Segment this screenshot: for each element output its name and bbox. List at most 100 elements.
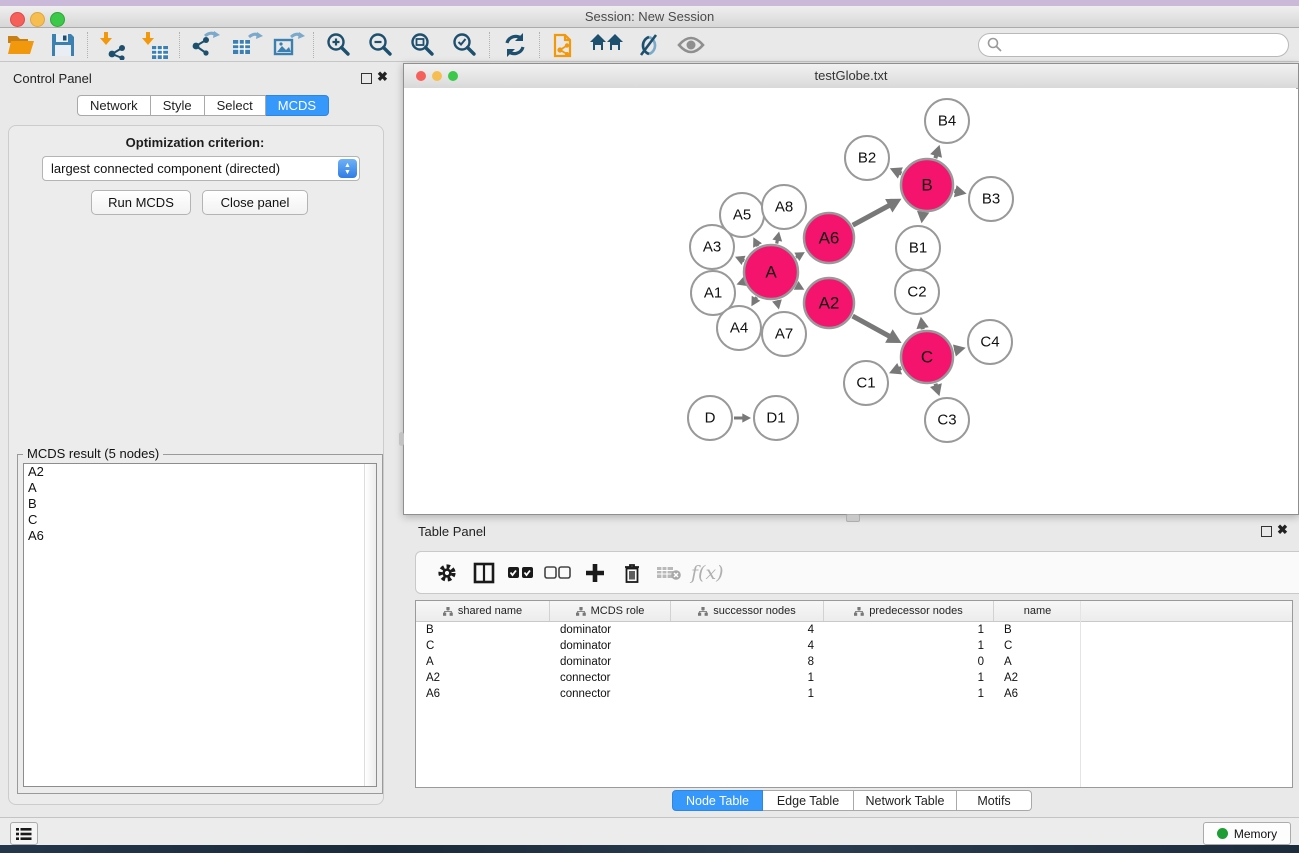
save-session-button[interactable]	[42, 29, 84, 61]
node-label-D1: D1	[766, 410, 785, 427]
table-cell[interactable]: 4	[671, 624, 824, 636]
hide-panels-button[interactable]	[628, 29, 670, 61]
mcds-list-scrollbar[interactable]	[364, 464, 376, 786]
mcds-result-item[interactable]: A	[24, 480, 376, 496]
delete-table-icon	[656, 565, 682, 581]
table-cell[interactable]: A6	[994, 688, 1081, 700]
table-cell[interactable]: 1	[824, 672, 994, 684]
zoom-in-button[interactable]	[318, 29, 360, 61]
table-panel-float-icon[interactable]	[1261, 526, 1272, 537]
table-cell[interactable]: B	[416, 624, 550, 636]
export-network-button[interactable]	[184, 29, 226, 61]
task-history-button[interactable]	[10, 822, 38, 845]
zoom-out-button[interactable]	[360, 29, 402, 61]
delete-table-button[interactable]	[650, 558, 687, 588]
tab-network-table[interactable]: Network Table	[854, 790, 957, 811]
criterion-select[interactable]: largest connected component (directed) ▲…	[42, 156, 360, 181]
control-panel-close-icon[interactable]: ✖	[377, 72, 388, 82]
node-table[interactable]: shared nameMCDS rolesuccessor nodesprede…	[415, 600, 1293, 788]
close-panel-button[interactable]: Close panel	[202, 190, 308, 215]
table-cell[interactable]: 8	[671, 656, 824, 668]
network-window-titlebar[interactable]: testGlobe.txt	[404, 64, 1298, 89]
table-cell[interactable]: 1	[824, 624, 994, 636]
table-row[interactable]: Cdominator41C	[416, 638, 1292, 654]
table-panel-tabs: Node TableEdge TableNetwork TableMotifs	[672, 790, 1032, 811]
table-cell[interactable]: 4	[671, 640, 824, 652]
import-network-button[interactable]	[92, 29, 134, 61]
zoom-selected-button[interactable]	[444, 29, 486, 61]
mcds-result-list[interactable]: A2ABCA6	[23, 463, 377, 787]
tab-motifs[interactable]: Motifs	[957, 790, 1032, 811]
table-cell[interactable]: 1	[671, 672, 824, 684]
table-cell[interactable]: A2	[994, 672, 1081, 684]
table-cell[interactable]: A6	[416, 688, 550, 700]
table-cell[interactable]: connector	[550, 688, 671, 700]
table-cell[interactable]: dominator	[550, 640, 671, 652]
titlebar[interactable]: Session: New Session	[0, 6, 1299, 28]
table-row[interactable]: Bdominator41B	[416, 622, 1292, 638]
network-horizontal-scrollbar-thumb[interactable]	[846, 514, 860, 522]
table-cell[interactable]: 1	[824, 688, 994, 700]
table-cell[interactable]: 1	[671, 688, 824, 700]
search-field[interactable]	[978, 33, 1289, 57]
table-cell[interactable]: dominator	[550, 656, 671, 668]
zoom-fit-button[interactable]	[402, 29, 444, 61]
table-cell[interactable]: C	[416, 640, 550, 652]
edge-A6-B[interactable]	[853, 205, 890, 225]
add-column-button[interactable]	[576, 558, 613, 588]
tab-select[interactable]: Select	[205, 95, 266, 116]
function-builder-button[interactable]: f(x)	[691, 562, 724, 584]
table-row[interactable]: A2connector11A2	[416, 670, 1292, 686]
export-image-button[interactable]	[268, 29, 310, 61]
new-network-button[interactable]	[544, 29, 586, 61]
table-row[interactable]: A6connector11A6	[416, 686, 1292, 702]
select-all-columns-button[interactable]	[502, 558, 539, 588]
control-panel-float-icon[interactable]	[361, 73, 372, 84]
memory-button[interactable]: Memory	[1203, 822, 1291, 845]
table-panel-close-icon[interactable]: ✖	[1277, 525, 1288, 535]
show-columns-button[interactable]	[465, 558, 502, 588]
column-header-shared-name[interactable]: shared name	[416, 601, 550, 621]
tab-mcds[interactable]: MCDS	[266, 95, 329, 116]
table-cell[interactable]: A	[994, 656, 1081, 668]
show-panels-button[interactable]	[670, 29, 712, 61]
column-header-name[interactable]: name	[994, 601, 1081, 621]
tab-node-table[interactable]: Node Table	[672, 790, 763, 811]
tab-network[interactable]: Network	[77, 95, 151, 116]
mcds-result-item[interactable]: B	[24, 496, 376, 512]
table-cell[interactable]: C	[994, 640, 1081, 652]
table-cell[interactable]: A	[416, 656, 550, 668]
tab-edge-table[interactable]: Edge Table	[763, 790, 854, 811]
table-row[interactable]: Adominator80A	[416, 654, 1292, 670]
edge-A2-C[interactable]	[853, 316, 890, 336]
table-cell[interactable]: A2	[416, 672, 550, 684]
column-header-predecessor-nodes[interactable]: predecessor nodes	[824, 601, 994, 621]
table-cell[interactable]: connector	[550, 672, 671, 684]
refresh-button[interactable]	[494, 29, 536, 61]
import-table-icon	[140, 30, 170, 60]
table-cell[interactable]: 1	[824, 640, 994, 652]
import-table-button[interactable]	[134, 29, 176, 61]
open-session-button[interactable]	[0, 29, 42, 61]
table-settings-button[interactable]	[428, 558, 465, 588]
network-vertical-scrollbar-thumb[interactable]	[399, 432, 404, 446]
unselect-all-columns-button[interactable]	[539, 558, 576, 588]
node-label-A8: A8	[775, 199, 793, 216]
export-table-button[interactable]	[226, 29, 268, 61]
node-label-A6: A6	[819, 229, 840, 248]
table-cell[interactable]: dominator	[550, 624, 671, 636]
home-button[interactable]	[586, 29, 628, 61]
run-mcds-button[interactable]: Run MCDS	[91, 190, 191, 215]
mcds-result-item[interactable]: C	[24, 512, 376, 528]
table-cell[interactable]: B	[994, 624, 1081, 636]
node-label-A3: A3	[703, 239, 721, 256]
table-cell[interactable]: 0	[824, 656, 994, 668]
search-input[interactable]	[1002, 37, 1280, 53]
mcds-result-item[interactable]: A6	[24, 528, 376, 544]
column-header-mcds-role[interactable]: MCDS role	[550, 601, 671, 621]
delete-column-button[interactable]	[613, 558, 650, 588]
mcds-result-item[interactable]: A2	[24, 464, 376, 480]
column-header-successor-nodes[interactable]: successor nodes	[671, 601, 824, 621]
network-canvas[interactable]: ABCA6A2A1A3A4A5A7A8B1B2B3B4C1C2C3C4DD1	[404, 88, 1296, 513]
tab-style[interactable]: Style	[151, 95, 205, 116]
